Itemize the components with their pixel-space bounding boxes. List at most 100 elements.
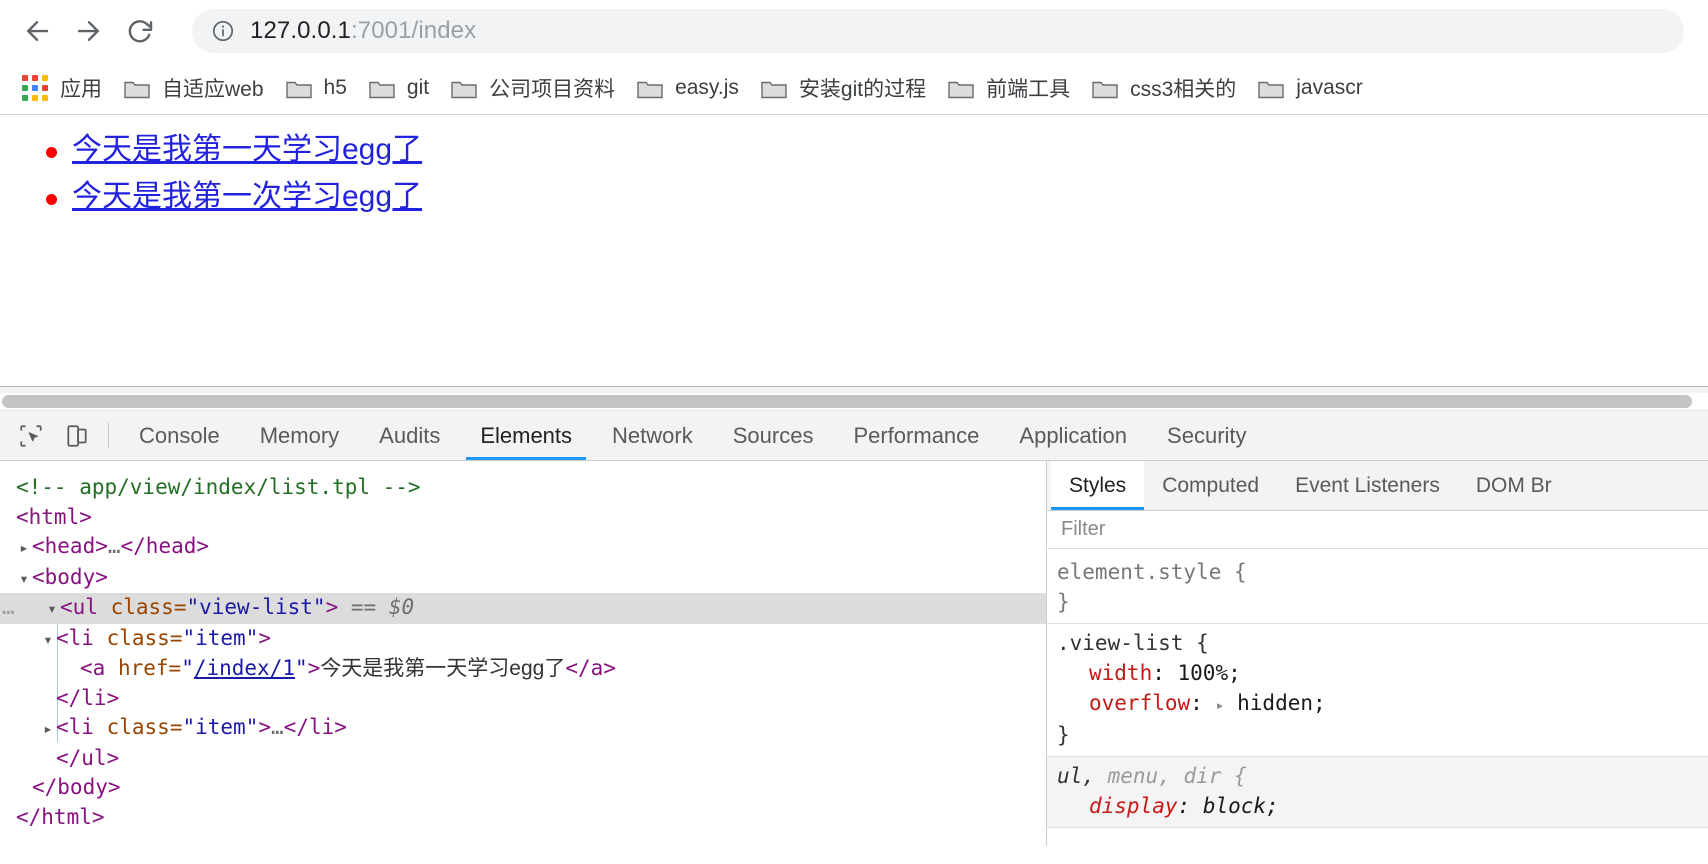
bookmark-folder-1[interactable]: 自适应web	[116, 68, 272, 108]
css-property-name[interactable]: display	[1089, 794, 1178, 818]
bookmarks-bar: 应用 自适应web h5 git 公司项目资料 easy.js 安装git的过程	[0, 62, 1708, 114]
dom-row-anchor[interactable]: <a href="/index/1">今天是我第一天学习egg了</a>	[0, 654, 1046, 684]
gutter-ellipsis: …	[2, 595, 15, 619]
tag-li-close-bracket: >	[258, 715, 272, 739]
folder-icon	[285, 81, 312, 98]
scrollbar-thumb[interactable]	[2, 395, 1692, 408]
tab-audits[interactable]: Audits	[359, 411, 460, 460]
css-declaration[interactable]: width: 100%;	[1057, 658, 1708, 688]
css-rule-user-agent[interactable]: ul, menu, dir { display: block;	[1047, 757, 1708, 828]
bookmark-label: 公司项目资料	[489, 78, 616, 101]
info-circle-icon[interactable]	[210, 18, 236, 44]
tab-sources[interactable]: Sources	[713, 411, 834, 460]
css-property-value[interactable]: 100%	[1178, 661, 1229, 685]
tag-a-end: </a>	[565, 656, 616, 680]
tab-label: DOM Br	[1475, 473, 1552, 497]
css-rule-view-list[interactable]: .view-list { width: 100%; overflow: ▸ hi…	[1047, 624, 1708, 757]
styles-filter-input[interactable]: Filter	[1047, 511, 1708, 549]
rule-header: .view-list {	[1057, 628, 1708, 658]
css-property-name[interactable]: width	[1089, 661, 1152, 685]
dom-row-comment[interactable]: <!-- app/view/index/list.tpl -->	[0, 473, 1046, 503]
css-declaration[interactable]: overflow: ▸ hidden;	[1057, 688, 1708, 720]
css-property-value[interactable]: hidden	[1237, 691, 1313, 715]
omnibox[interactable]: 127.0.0.1:7001/index	[192, 9, 1684, 53]
tab-dom-breakpoints[interactable]: DOM Br	[1458, 461, 1570, 510]
bookmark-folder-4[interactable]: 公司项目资料	[443, 68, 623, 108]
devtools-horizontal-scrollbar[interactable]	[0, 393, 1708, 411]
tab-performance[interactable]: Performance	[833, 411, 999, 460]
folder-icon	[1092, 81, 1118, 98]
tab-styles[interactable]: Styles	[1051, 461, 1145, 510]
rule-header: ul, menu, dir {	[1057, 761, 1708, 791]
reload-button[interactable]	[118, 8, 164, 54]
attr-href-value[interactable]: /index/1	[194, 656, 295, 680]
css-rule-element-style[interactable]: element.style { }	[1047, 553, 1708, 624]
bookmark-label: 自适应web	[162, 78, 264, 101]
bookmark-apps[interactable]: 应用	[14, 68, 110, 108]
tab-memory[interactable]: Memory	[240, 411, 359, 460]
bookmark-label: 前端工具	[986, 78, 1071, 101]
view-list: 今天是我第一天学习egg了 今天是我第一次学习egg了	[0, 129, 1708, 223]
forward-button[interactable]	[66, 8, 112, 54]
url-path: :7001/index	[351, 17, 477, 44]
twisty-collapsed-icon[interactable]: ▸	[16, 533, 32, 563]
dom-row-li-1-close[interactable]: </li>	[0, 684, 1046, 714]
bookmark-label: css3相关的	[1130, 78, 1237, 101]
rule-selector[interactable]: .view-list	[1057, 631, 1183, 655]
tab-event-listeners[interactable]: Event Listeners	[1277, 461, 1458, 510]
tag-ul-open: <ul	[60, 595, 98, 619]
css-declaration[interactable]: display: block;	[1057, 791, 1708, 821]
back-button[interactable]	[14, 8, 60, 54]
bookmark-folder-7[interactable]: 前端工具	[940, 68, 1078, 108]
bookmark-folder-2[interactable]: h5	[278, 68, 355, 108]
tag-li-end: </li>	[283, 715, 347, 739]
bookmark-folder-5[interactable]: easy.js	[629, 68, 747, 108]
dom-row-li-2[interactable]: ▸ <li class="item">…</li>	[0, 713, 1046, 744]
dom-row-html-close[interactable]: </html>	[0, 803, 1046, 833]
dom-row-ul-selected[interactable]: … ▾ <ul class="view-list"> == $0	[0, 593, 1046, 624]
twisty-expanded-icon[interactable]: ▾	[40, 625, 56, 655]
dom-row-body-close[interactable]: </body>	[0, 773, 1046, 803]
rule-selector-dim[interactable]: menu, dir	[1108, 764, 1222, 788]
bookmark-folder-9[interactable]: javascr	[1250, 68, 1371, 108]
twisty-collapsed-icon[interactable]: ▸	[40, 714, 56, 744]
attr-class-name: class	[106, 715, 170, 739]
bookmark-folder-8[interactable]: css3相关的	[1084, 68, 1244, 108]
tab-application[interactable]: Application	[999, 411, 1147, 460]
rule-selector[interactable]: element.style	[1057, 560, 1221, 584]
list-item-link[interactable]: 今天是我第一天学习egg了	[72, 133, 422, 166]
css-property-name[interactable]: overflow	[1089, 691, 1190, 715]
styles-rules-list: element.style { } .view-list { width: 10…	[1047, 549, 1708, 846]
dom-row-head[interactable]: ▸ <head>…</head>	[0, 532, 1046, 563]
css-property-value[interactable]: block	[1203, 794, 1266, 818]
dom-row-html-open[interactable]: <html>	[0, 503, 1046, 533]
twisty-expanded-icon[interactable]: ▾	[16, 564, 32, 594]
device-toolbar-icon[interactable]	[54, 411, 100, 460]
inspect-cursor-icon[interactable]	[8, 411, 54, 460]
tag-head-open: <head>	[32, 534, 108, 558]
tab-label: Elements	[480, 422, 573, 448]
rule-close-brace: }	[1057, 590, 1070, 614]
tab-console[interactable]: Console	[119, 411, 240, 460]
rule-selector[interactable]: ul,	[1057, 764, 1095, 788]
attr-quote-open: "	[186, 595, 200, 619]
tag-a-open: <a	[80, 656, 106, 680]
tab-elements[interactable]: Elements	[460, 411, 592, 460]
tag-html: <html>	[16, 504, 92, 529]
tab-computed[interactable]: Computed	[1144, 461, 1277, 510]
dom-tree[interactable]: <!-- app/view/index/list.tpl --> <html> …	[0, 461, 1047, 846]
page-viewport: 今天是我第一天学习egg了 今天是我第一次学习egg了	[0, 114, 1708, 386]
tag-li-open: <li	[56, 625, 94, 650]
twisty-expanded-icon[interactable]: ▾	[44, 594, 60, 624]
dom-row-body-open[interactable]: ▾ <body>	[0, 563, 1046, 594]
tab-network[interactable]: Network	[592, 411, 713, 460]
list-item-link[interactable]: 今天是我第一次学习egg了	[72, 180, 422, 213]
attr-href-name: href	[117, 656, 169, 680]
dom-row-li-1[interactable]: ▾ <li class="item">	[0, 624, 1046, 655]
bookmark-folder-6[interactable]: 安装git的过程	[753, 68, 934, 108]
tab-security[interactable]: Security	[1147, 411, 1266, 460]
dom-row-ul-close[interactable]: </ul>	[0, 744, 1046, 774]
folder-icon	[451, 81, 477, 98]
browser-toolbar: 127.0.0.1:7001/index	[0, 0, 1708, 62]
bookmark-folder-3[interactable]: git	[361, 68, 437, 108]
